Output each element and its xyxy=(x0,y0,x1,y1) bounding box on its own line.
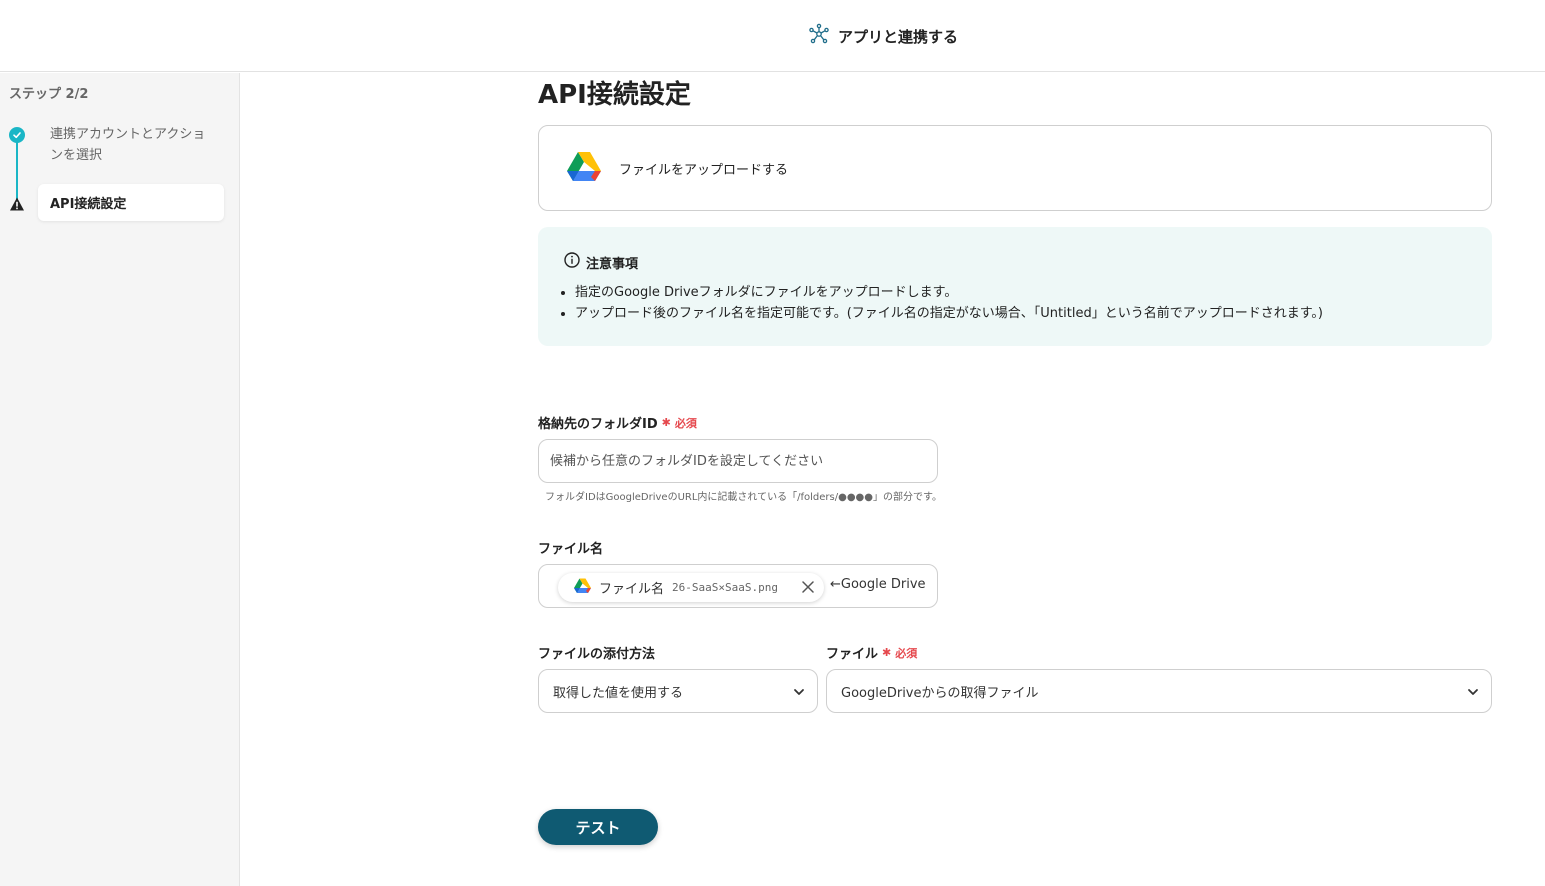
attach-method-label-text: ファイルの添付方法 xyxy=(538,647,656,662)
chip-label: ファイル名 xyxy=(599,582,665,597)
chevron-down-icon xyxy=(1467,686,1479,702)
header-title-group: アプリと連携する xyxy=(808,22,958,50)
notice-header: 注意事項 xyxy=(564,252,638,272)
file-label: ファイル ✱ 必須 xyxy=(826,643,917,662)
required-badge: 必須 xyxy=(674,416,697,430)
page-title: API接続設定 xyxy=(538,80,691,110)
network-hub-icon xyxy=(808,23,830,49)
file-name-trailing-text: ←Google Drive xyxy=(830,577,926,592)
step-counter: ステップ 2/2 xyxy=(9,87,89,102)
action-card: ファイルをアップロードする xyxy=(538,125,1492,211)
check-icon xyxy=(9,127,25,143)
google-drive-icon xyxy=(567,151,601,185)
step-connector-line xyxy=(16,137,18,203)
info-icon xyxy=(564,252,580,272)
folder-id-label-text: 格納先のフォルダID xyxy=(538,417,658,432)
folder-id-field-box xyxy=(538,439,938,483)
google-drive-icon xyxy=(574,578,591,597)
chip-value: 26-SaaS×SaaS.png xyxy=(672,581,778,594)
file-select[interactable]: GoogleDriveからの取得ファイル xyxy=(826,669,1492,713)
attach-method-value: 取得した値を使用する xyxy=(553,685,684,701)
folder-id-hint: フォルダIDはGoogleDriveのURL内に記載されている「/folders… xyxy=(545,492,942,503)
notice-title: 注意事項 xyxy=(586,256,639,272)
required-asterisk-icon: ✱ xyxy=(882,646,892,659)
file-name-token-chip[interactable]: ファイル名 26-SaaS×SaaS.png xyxy=(558,573,824,602)
notice-list: 指定のGoogle Driveフォルダにファイルをアップロードします。 アップロ… xyxy=(575,282,1323,324)
sidebar-step-api-settings[interactable]: API接続設定 xyxy=(38,184,224,221)
file-name-label-text: ファイル名 xyxy=(538,542,604,557)
attach-method-label: ファイルの添付方法 xyxy=(538,643,655,662)
folder-id-label: 格納先のフォルダID ✱ 必須 xyxy=(538,413,697,432)
action-label: ファイルをアップロードする xyxy=(619,162,789,178)
top-bar: アプリと連携する xyxy=(0,0,1545,72)
header-title: アプリと連携する xyxy=(838,27,959,46)
file-select-value: GoogleDriveからの取得ファイル xyxy=(841,685,1039,701)
required-asterisk-icon: ✱ xyxy=(661,416,671,429)
sidebar-step-select-account[interactable]: 連携アカウントとアクションを選択 xyxy=(50,124,215,166)
attach-method-select[interactable]: 取得した値を使用する xyxy=(538,669,818,713)
file-name-label: ファイル名 xyxy=(538,538,603,557)
close-icon[interactable] xyxy=(800,579,816,595)
test-button[interactable]: テスト xyxy=(538,809,658,845)
notice-box: 注意事項 指定のGoogle Driveフォルダにファイルをアップロードします。… xyxy=(538,227,1492,346)
chevron-down-icon xyxy=(793,686,805,702)
required-badge: 必須 xyxy=(895,646,918,660)
notice-item: アップロード後のファイル名を指定可能です。(ファイル名の指定がない場合、「Unt… xyxy=(575,303,1323,324)
file-label-text: ファイル xyxy=(826,647,879,662)
folder-id-input[interactable] xyxy=(539,440,937,482)
notice-item: 指定のGoogle Driveフォルダにファイルをアップロードします。 xyxy=(575,282,1323,303)
warning-icon xyxy=(9,196,25,212)
sidebar: ステップ 2/2 連携アカウントとアクションを選択 API接続設定 xyxy=(0,73,240,886)
